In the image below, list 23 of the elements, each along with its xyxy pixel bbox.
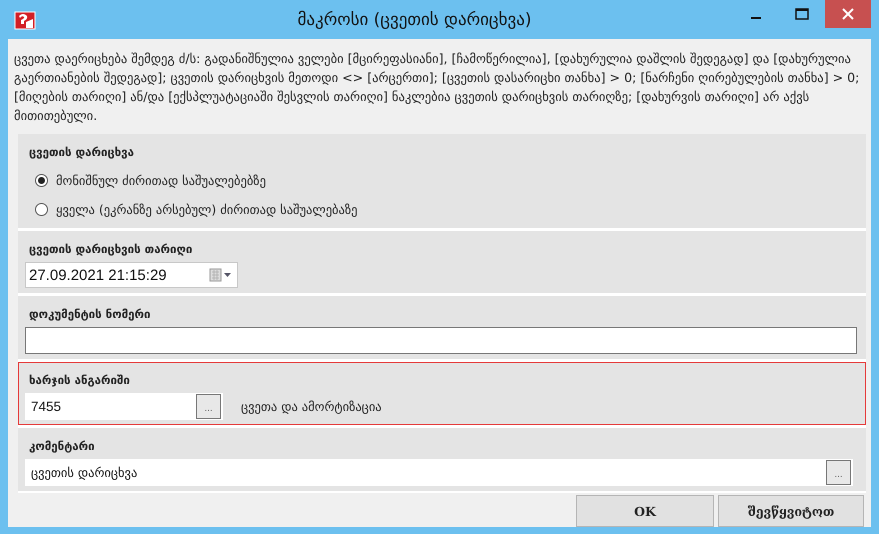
date-field[interactable]: 27.09.2021 21:15:29 [25,262,238,288]
browse-button[interactable]: ... [196,394,221,419]
maximize-icon [795,8,809,20]
account-name: ცვეთა და ამორტიზაცია [241,399,382,414]
radio-label[interactable]: მონიშნულ ძირითად საშუალებებზე [56,173,266,188]
browse-button[interactable]: ... [826,460,851,485]
field-label: კომენტარი [29,439,95,453]
input-field[interactable]: ცვეთის დარიცხვა ... [25,459,853,486]
radio-label[interactable]: ყველა (ეკრანზე არსებულ) ძირითად საშუალებაზე [56,202,358,217]
input-field[interactable]: 7455 ... [25,393,223,420]
field-label: ცვეთის დარიცხვის თარიღი [29,242,192,256]
window-title: მაკროსი (ცვეთის დარიცხვა) [296,10,532,30]
close-icon [842,8,854,20]
field-label: ხარჯის ანგარიში [29,373,130,387]
ok-button[interactable]: OK [576,495,714,527]
field-label: დოკუმენტის ნომერი [29,307,150,321]
calendar-dropdown-icon[interactable] [209,268,233,282]
field-label: ცვეთის დარიცხვა [29,145,134,159]
close-button[interactable] [825,0,871,28]
description-text: ცვეთა დაერიცხება შემდეგ ძ/ს: გადანიშნულია ველები [მცირეფასიანი], [ჩამოწერილია], [დახურულია დაშლის შედეგად] და [დახურულია გაერთიანების შედეგად]; ცვეთის დარიცხვის მეთოდი <> [არცერთი]; [ცვეთის დასარიცხი თანხა] > 0; [ნარჩენი ღირებულების თანხა] > 0; [მიღების თარიღი] ან/და [ექსპლუატაციაში შესვლის თარიღი] ნაკლებია ცვეთის დარიცხვის თარიღზე; [დახურვის თარიღი] არ აქვს მითითებული. [14,50,860,125]
cancel-button[interactable]: შევწყვიტოთ [718,495,864,527]
minimize-icon [751,17,761,19]
input-field[interactable] [25,327,857,354]
